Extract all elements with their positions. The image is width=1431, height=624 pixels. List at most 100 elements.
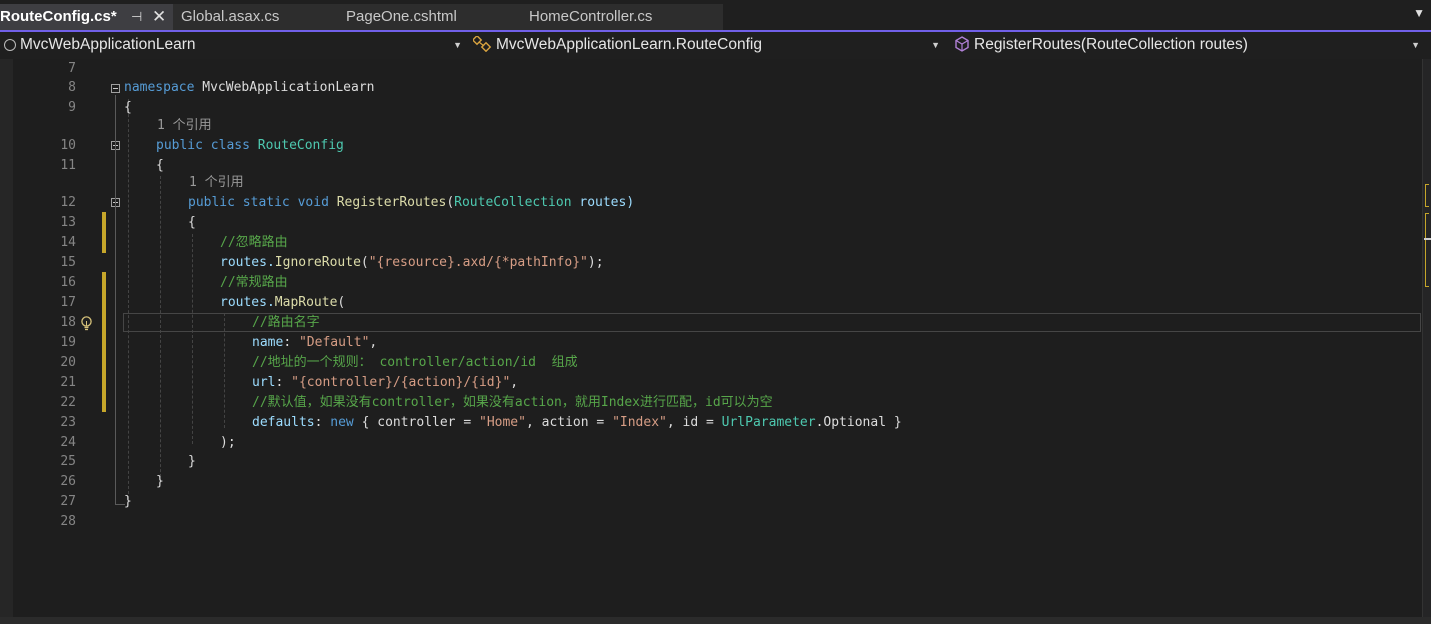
param-token: url [252,375,276,390]
punct-token: , [510,375,519,390]
code-line-13: { [188,215,196,230]
type-token: UrlParameter [721,415,816,430]
line-number: 21 [60,375,76,390]
codelens-reference-count[interactable]: 1 个引用 [157,116,212,136]
keyword-token: class [210,138,250,153]
tab-label: Global.asax.cs [181,8,280,25]
chevron-down-icon[interactable]: ▼ [453,33,462,57]
punct-token: ( [446,195,455,210]
indent-guide [192,234,193,444]
line-number: 16 [60,275,76,290]
method-icon [954,36,970,60]
chevron-down-icon[interactable]: ▼ [931,33,940,57]
code-line-19: name: "Default", [252,333,377,353]
tab-global-asax[interactable]: Global.asax.cs [173,4,338,30]
keyword-token: namespace [124,80,195,95]
project-icon [4,39,16,51]
string-token: "Home" [479,415,526,430]
type-token: RouteCollection [454,195,572,210]
codelens-reference-count[interactable]: 1 个引用 [189,173,244,193]
line-number: 8 [68,80,76,95]
indent-guide [128,99,129,499]
document-tab-strip: RouteConfig.cs* ⊣ ✕ Global.asax.cs PageO… [0,0,1431,32]
string-token: "{controller}/{action}/{id}" [291,375,511,390]
line-number: 20 [60,355,76,370]
code-token: , action = [525,415,613,430]
keyword-token: void [297,195,329,210]
method-token: MapRoute [274,295,338,310]
keyword-token: static [242,195,290,210]
unsaved-change-marker [102,212,106,253]
param-token: name [252,335,284,350]
method-token: RegisterRoutes [336,195,447,210]
line-number: 11 [60,158,76,173]
keyword-token: new [330,415,354,430]
line-number: 10 [60,138,76,153]
code-line-21: url: "{controller}/{action}/{id}", [252,373,518,393]
bottom-status-strip [0,617,1431,624]
punct-token: ); [587,255,604,270]
line-number: 14 [60,235,76,250]
string-token: "Default" [298,335,370,350]
member-name: RegisterRoutes(RouteCollection routes) [974,36,1248,53]
code-line-11: { [156,158,164,173]
code-line-18: //路由名字 [252,315,320,330]
code-token: { controller = [353,415,479,430]
identifier-token: routes. [220,295,275,310]
line-number: 18 [60,315,76,330]
member-dropdown[interactable]: RegisterRoutes(RouteCollection routes) ▼ [952,33,1426,57]
tab-homecontroller[interactable]: HomeController.cs [521,4,723,30]
type-dropdown[interactable]: MvcWebApplicationLearn.RouteConfig ▼ [471,33,946,60]
tab-overflow-chevron-icon[interactable]: ▼ [1413,6,1425,20]
code-line-22: //默认值，如果没有controller，如果没有action，就用Index进… [252,395,773,410]
scrollbar-caret-marker [1424,238,1431,240]
line-number: 17 [60,295,76,310]
pin-icon[interactable]: ⊣ [131,4,142,30]
keyword-token: public [156,138,203,153]
project-dropdown[interactable]: MvcWebApplicationLearn ▼ [0,33,468,57]
lightbulb-icon[interactable] [80,316,93,331]
identifier-token: MvcWebApplicationLearn [194,80,375,95]
keyword-token: public [188,195,235,210]
code-line-10: public class RouteConfig [156,136,344,156]
punct-token: : [314,415,331,430]
code-line-27: } [124,494,132,509]
param-token: routes) [571,195,635,210]
project-name: MvcWebApplicationLearn [20,36,196,53]
tab-pageone-cshtml[interactable]: PageOne.cshtml [338,4,521,30]
string-token: "{resource}.axd/{*pathInfo}" [368,255,588,270]
code-line-9: { [124,100,132,115]
scrollbar-change-marker [1425,213,1429,287]
type-token: RouteConfig [257,138,344,153]
code-token: , id = [666,415,722,430]
line-number: 26 [60,474,76,489]
scrollbar-change-marker [1425,184,1429,207]
code-editor[interactable]: 7 8 9 10 11 12 13 14 15 16 17 18 19 20 2… [0,59,1431,624]
line-number: 9 [68,100,76,115]
tab-label: PageOne.cshtml [346,8,457,25]
tab-routeconfig[interactable]: RouteConfig.cs* ⊣ ✕ [0,4,173,30]
type-name: MvcWebApplicationLearn.RouteConfig [496,36,762,53]
punct-token: ( [337,295,346,310]
code-token: .Optional } [815,415,902,430]
code-line-20: //地址的一个规则： controller/action/id 组成 [252,355,578,370]
punct-token: : [275,375,292,390]
vertical-scrollbar[interactable] [1422,59,1431,624]
identifier-token: routes. [220,255,275,270]
collapse-namespace-toggle[interactable] [111,84,120,93]
tab-label: HomeController.cs [529,8,653,25]
outline-line [115,95,116,505]
code-line-25: } [188,454,196,469]
code-line-14: //忽略路由 [220,235,288,250]
line-number: 15 [60,255,76,270]
code-line-16: //常规路由 [220,275,288,290]
line-number: 24 [60,435,76,450]
class-icon [471,34,493,60]
line-number: 27 [60,494,76,509]
navigation-bar: MvcWebApplicationLearn ▼ MvcWebApplicati… [0,32,1431,59]
close-icon[interactable]: ✕ [152,4,166,30]
chevron-down-icon[interactable]: ▼ [1411,33,1420,57]
